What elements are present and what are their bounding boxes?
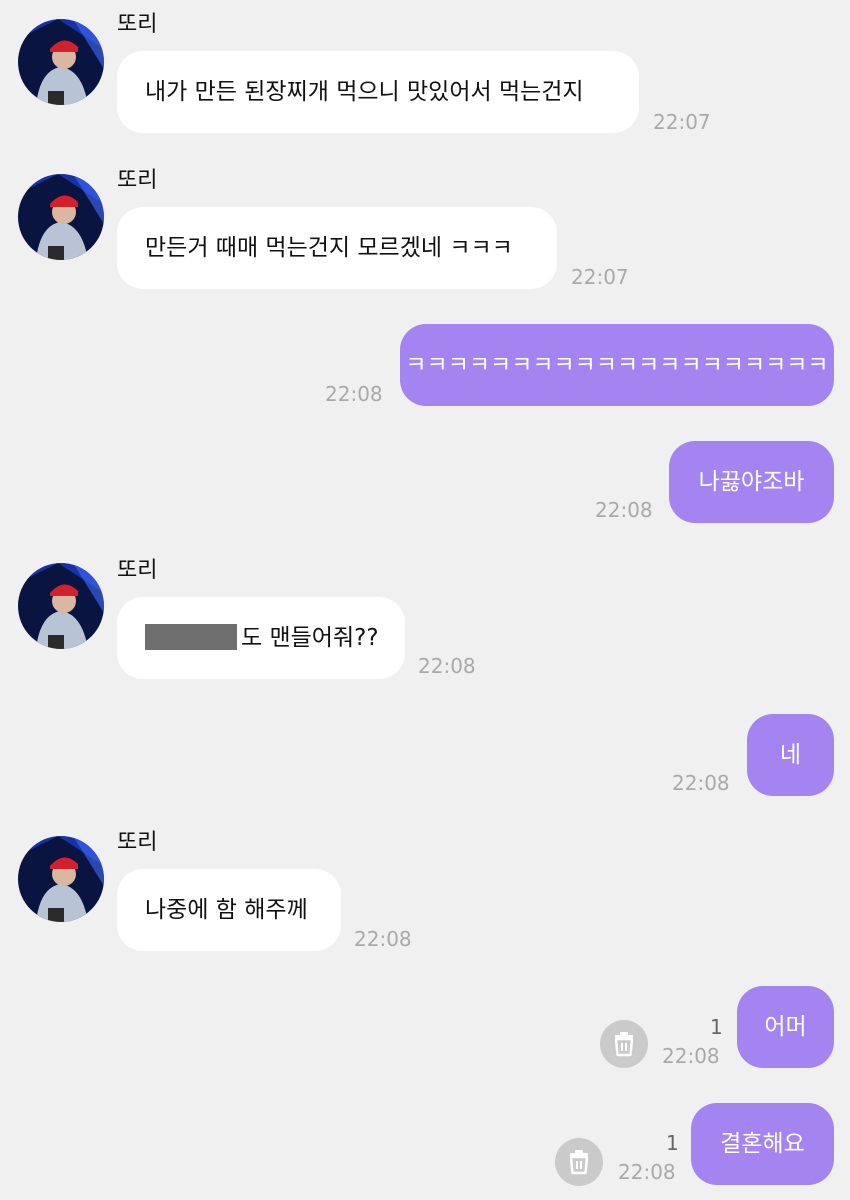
message-bubble-incoming[interactable]: 내가 만든 된장찌개 먹으니 맛있어서 먹는건지 (117, 51, 639, 133)
message-bubble-outgoing[interactable]: 결혼해요 (691, 1103, 834, 1185)
message-timestamp: 22:07 (571, 265, 629, 289)
avatar-photo-icon (18, 563, 104, 649)
trash-icon (569, 1150, 589, 1175)
message-timestamp: 22:08 (662, 1044, 720, 1068)
sender-avatar[interactable] (18, 174, 104, 260)
delete-button[interactable] (600, 1020, 648, 1068)
message-timestamp: 22:08 (618, 1160, 676, 1184)
sender-name: 또리 (117, 12, 158, 37)
unread-count: 1 (710, 1015, 723, 1039)
message-bubble-outgoing[interactable]: 어머 (737, 986, 834, 1068)
message-timestamp: 22:08 (672, 771, 730, 795)
avatar-photo-icon (18, 19, 104, 105)
message-bubble-outgoing[interactable]: 나끓야조바 (669, 441, 834, 523)
sender-name: 또리 (117, 830, 158, 855)
message-timestamp: 22:08 (418, 654, 476, 678)
sender-name: 또리 (117, 558, 158, 583)
avatar-photo-icon (18, 174, 104, 260)
message-bubble-incoming[interactable]: 만든거 때매 먹는건지 모르겠네 ㅋㅋㅋ (117, 207, 557, 289)
message-timestamp: 22:07 (653, 110, 711, 134)
message-bubble-outgoing[interactable]: 네 (747, 714, 834, 796)
message-timestamp: 22:08 (595, 498, 653, 522)
message-bubble-incoming[interactable]: 도 맨들어줘?? (117, 597, 405, 679)
redaction-block (145, 624, 237, 650)
message-timestamp: 22:08 (325, 382, 383, 406)
message-text: 도 맨들어줘?? (241, 625, 379, 651)
message-timestamp: 22:08 (354, 927, 412, 951)
trash-icon (614, 1032, 634, 1057)
delete-button[interactable] (555, 1138, 603, 1186)
sender-avatar[interactable] (18, 19, 104, 105)
message-bubble-incoming[interactable]: 나중에 함 해주께 (117, 869, 341, 951)
unread-count: 1 (666, 1131, 679, 1155)
message-bubble-outgoing[interactable]: ㅋㅋㅋㅋㅋㅋㅋㅋㅋㅋㅋㅋㅋㅋㅋㅋㅋㅋㅋㅋ (400, 324, 834, 406)
sender-avatar[interactable] (18, 563, 104, 649)
avatar-photo-icon (18, 836, 104, 922)
sender-avatar[interactable] (18, 836, 104, 922)
sender-name: 또리 (117, 168, 158, 193)
